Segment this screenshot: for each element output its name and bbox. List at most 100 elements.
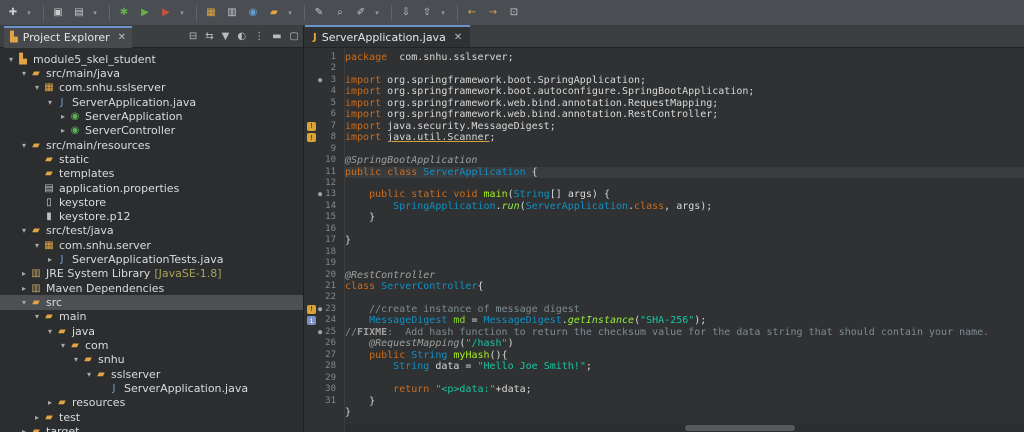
new-java-project-icon[interactable]: ▦ — [202, 4, 220, 22]
code-line[interactable]: import org.springframework.boot.autoconf… — [345, 86, 1024, 97]
minimize-icon[interactable]: ▬ — [272, 31, 281, 42]
code-line[interactable]: class ServerController{ — [345, 281, 1024, 292]
code-line[interactable]: import org.springframework.boot.SpringAp… — [345, 75, 1024, 86]
horizontal-scrollbar[interactable] — [345, 424, 1024, 432]
tree-item[interactable]: ▸ ▰ resources — [0, 396, 303, 410]
chevron-down-icon[interactable]: ▾ — [6, 55, 16, 64]
chevron-down-icon[interactable]: ▾ — [58, 341, 68, 350]
chevron-down-icon[interactable]: ▾ — [439, 4, 447, 22]
code-line[interactable]: import java.security.MessageDigest; — [345, 121, 1024, 132]
tree-item[interactable]: ▾ ▰ src/main/resources — [0, 138, 303, 152]
link-with-editor-icon[interactable]: ⇆ — [205, 31, 213, 42]
chevron-right-icon[interactable]: ▸ — [58, 126, 68, 135]
code-line[interactable]: import org.springframework.web.bind.anno… — [345, 109, 1024, 120]
open-type-icon[interactable]: ▰ — [265, 4, 283, 22]
tree-item[interactable]: ▾ ▦ com.snhu.sslserver — [0, 81, 303, 95]
tree-item[interactable]: ▾ ▰ java — [0, 324, 303, 338]
tree-item[interactable]: ▸ ◉ ServerController — [0, 124, 303, 138]
chevron-down-icon[interactable]: ▾ — [19, 141, 29, 150]
save-all-icon[interactable]: ▤ — [70, 4, 88, 22]
code-line[interactable]: } — [345, 407, 1024, 418]
info-marker-icon[interactable]: i — [307, 316, 316, 326]
tree-item[interactable]: ▾ ▰ src — [0, 295, 303, 310]
chevron-right-icon[interactable]: ▸ — [58, 112, 68, 121]
code-line[interactable]: public class ServerApplication { — [345, 166, 1024, 178]
focus-icon[interactable]: ◐ — [237, 31, 246, 42]
code-line[interactable]: MessageDigest md = MessageDigest.getInst… — [345, 315, 1024, 326]
filter-icon[interactable]: ▼ — [222, 31, 230, 42]
chevron-down-icon[interactable]: ▾ — [32, 312, 42, 321]
toggle-mark-icon[interactable]: ✐ — [352, 4, 370, 22]
code-line[interactable]: public static void main(String[] args) { — [345, 189, 1024, 200]
chevron-down-icon[interactable]: ▾ — [25, 4, 33, 22]
fold-toggle-icon[interactable]: ● — [318, 328, 322, 336]
tree-item[interactable]: ▮ keystore.p12 — [0, 210, 303, 224]
new-package-icon[interactable]: ▥ — [223, 4, 241, 22]
tree-item[interactable]: ▾ ▙ module5_skel_student — [0, 52, 303, 66]
tree-item[interactable]: ▸ J ServerApplicationTests.java — [0, 252, 303, 266]
tree-item[interactable]: ▾ ▰ sslserver — [0, 367, 303, 381]
tree-item[interactable]: ▸ ▥ JRE System Library [JavaSE-1.8] — [0, 267, 303, 281]
code-line[interactable]: String data = "Hello Joe Smith!"; — [345, 361, 1024, 372]
project-explorer-tab[interactable]: ▙ Project Explorer ✕ — [4, 25, 133, 48]
code-line[interactable] — [345, 144, 1024, 155]
tree-item[interactable]: ▸ ▥ Maven Dependencies — [0, 281, 303, 295]
chevron-down-icon[interactable]: ▾ — [19, 226, 29, 235]
code-line[interactable]: package com.snhu.sslserver; — [345, 52, 1024, 63]
fold-toggle-icon[interactable]: ● — [318, 305, 322, 313]
warning-marker-icon[interactable]: ! — [307, 121, 316, 131]
chevron-down-icon[interactable]: ▾ — [71, 355, 81, 364]
chevron-right-icon[interactable]: ▸ — [19, 284, 29, 293]
code-line[interactable]: } — [345, 235, 1024, 246]
code-line[interactable]: } — [345, 396, 1024, 407]
new-icon[interactable]: ✚ — [4, 4, 22, 22]
warning-marker-icon[interactable]: ! — [307, 133, 316, 143]
collapse-all-icon[interactable]: ⊟ — [189, 31, 197, 42]
code-line[interactable]: } — [345, 212, 1024, 223]
tree-item[interactable]: ▤ application.properties — [0, 181, 303, 195]
chevron-right-icon[interactable]: ▸ — [19, 427, 29, 432]
new-class-icon[interactable]: ◉ — [244, 4, 262, 22]
pin-editor-icon[interactable]: ⊡ — [505, 4, 523, 22]
code-line[interactable] — [345, 292, 1024, 303]
tree-item[interactable]: ▾ ▰ snhu — [0, 353, 303, 367]
external-tools-icon[interactable]: ▶ — [157, 4, 175, 22]
chevron-down-icon[interactable]: ▾ — [45, 98, 55, 107]
save-icon[interactable]: ▣ — [49, 4, 67, 22]
code-lines[interactable]: package com.snhu.sslserver; import org.sp… — [344, 48, 1024, 432]
chevron-down-icon[interactable]: ▾ — [84, 370, 94, 379]
code-line[interactable]: @RestController — [345, 270, 1024, 281]
code-line[interactable]: import org.springframework.web.bind.anno… — [345, 98, 1024, 109]
tree-item[interactable]: ▸ ▰ target — [0, 424, 303, 432]
code-line[interactable]: //FIXME: Add hash function to return the… — [345, 327, 1024, 338]
forward-icon[interactable]: → — [484, 4, 502, 22]
chevron-down-icon[interactable]: ▾ — [178, 4, 186, 22]
chevron-down-icon[interactable]: ▾ — [32, 241, 42, 250]
close-icon[interactable]: ✕ — [118, 32, 126, 43]
code-line[interactable] — [345, 373, 1024, 384]
editor-tab-serverapplication[interactable]: J ServerApplication.java ✕ — [305, 25, 471, 47]
chevron-right-icon[interactable]: ▸ — [45, 255, 55, 264]
code-line[interactable]: public String myHash(){ — [345, 350, 1024, 361]
code-line[interactable]: SpringApplication.run(ServerApplication.… — [345, 201, 1024, 212]
tree-item[interactable]: ▾ ▰ src/main/java — [0, 66, 303, 80]
scrollbar-thumb[interactable] — [685, 425, 795, 431]
tree-item[interactable]: ▾ ▰ main — [0, 310, 303, 324]
tree-item[interactable]: ▰ templates — [0, 167, 303, 181]
tree-item[interactable]: ▸ ◉ ServerApplication — [0, 109, 303, 123]
tree-item[interactable]: J ServerApplication.java — [0, 381, 303, 395]
open-task-icon[interactable]: ✎ — [310, 4, 328, 22]
code-line[interactable] — [345, 247, 1024, 258]
chevron-down-icon[interactable]: ▾ — [32, 83, 42, 92]
code-line[interactable]: import java.util.Scanner; — [345, 132, 1024, 143]
chevron-down-icon[interactable]: ▾ — [373, 4, 381, 22]
tree-item[interactable]: ▯ keystore — [0, 195, 303, 209]
code-line[interactable] — [345, 178, 1024, 189]
code-line[interactable]: @RequestMapping("/hash") — [345, 338, 1024, 349]
code-line[interactable]: //create instance of message digest — [345, 304, 1024, 315]
chevron-right-icon[interactable]: ▸ — [32, 413, 42, 422]
code-line[interactable]: return "<p>data:"+data; — [345, 384, 1024, 395]
debug-icon[interactable]: ✱ — [115, 4, 133, 22]
tree-item[interactable]: ▾ ▦ com.snhu.server — [0, 238, 303, 252]
tree-item[interactable]: ▰ static — [0, 152, 303, 166]
